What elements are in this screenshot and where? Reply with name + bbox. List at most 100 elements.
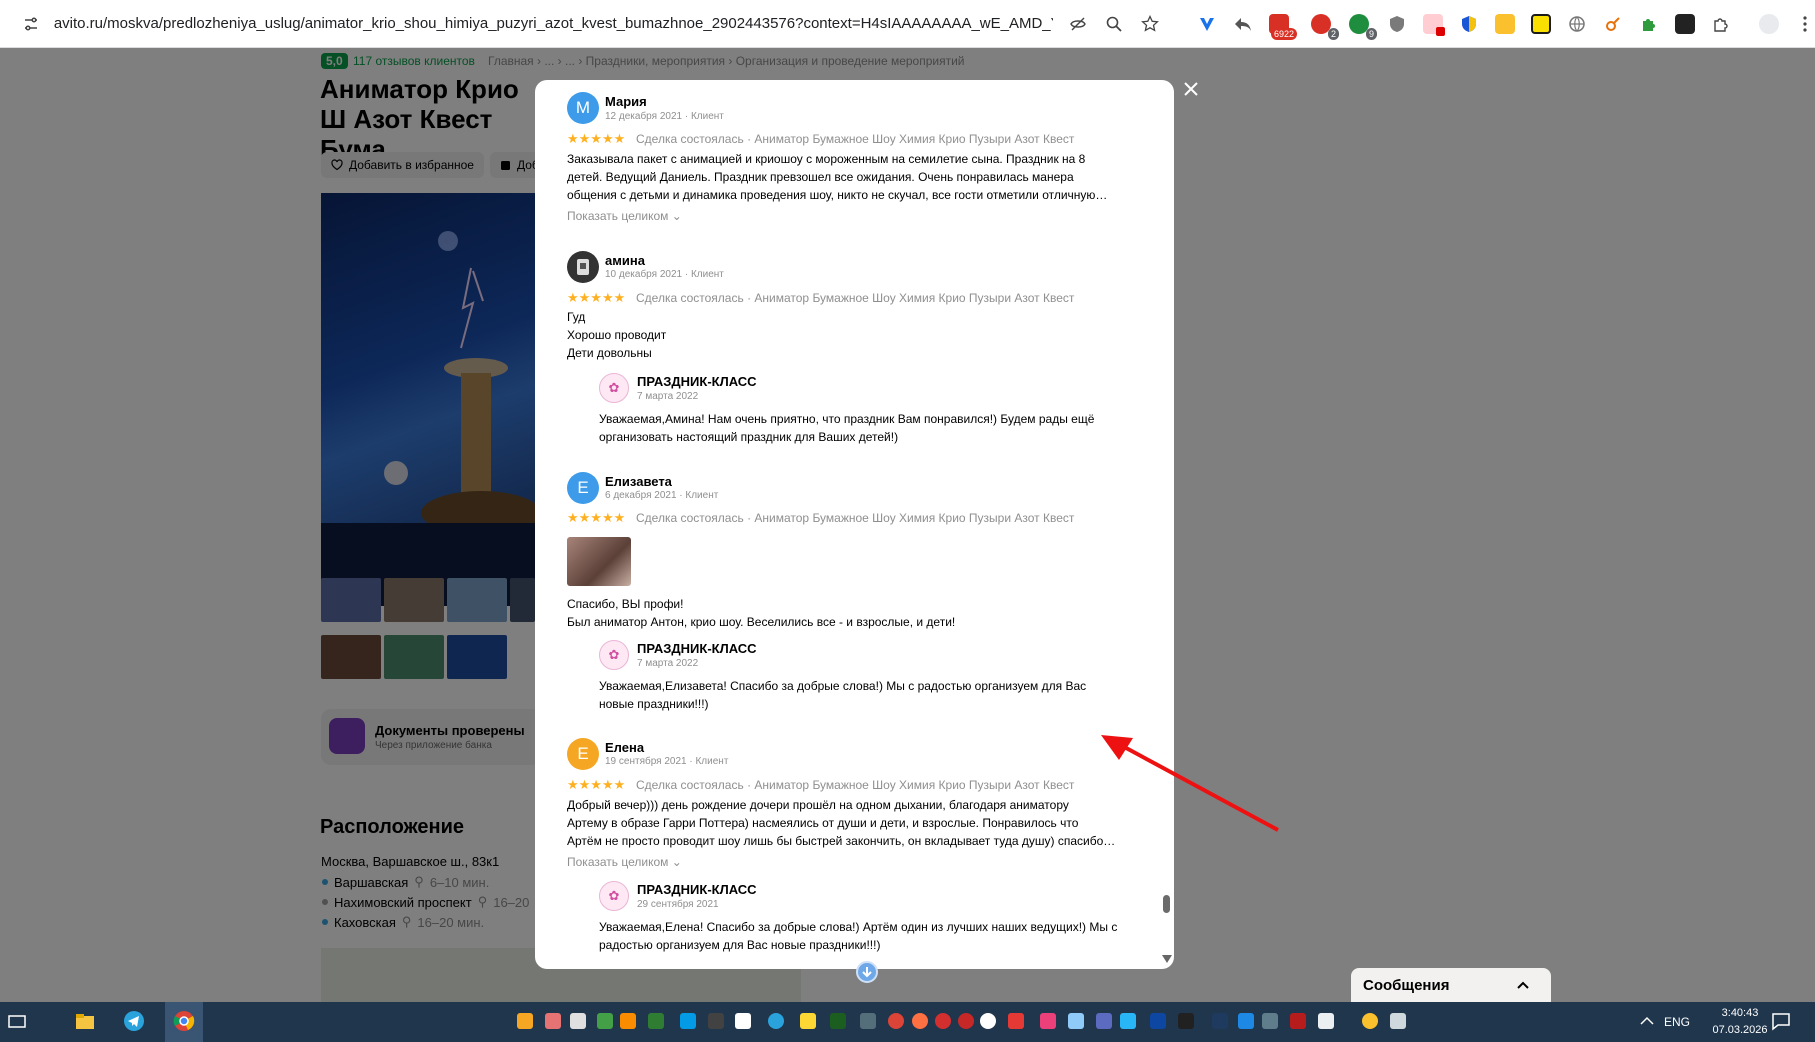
app-icon[interactable]	[1262, 1013, 1278, 1029]
review-meta: 19 сентября 2021 · Клиент	[605, 756, 729, 767]
notifications-icon[interactable]	[1770, 1010, 1792, 1032]
extension-orange-icon[interactable]	[1603, 14, 1623, 34]
reviewer-name: амина	[605, 253, 645, 268]
app-icon[interactable]	[1238, 1013, 1254, 1029]
terminal-icon[interactable]	[1178, 1013, 1194, 1029]
shop-reply-text: Уважаемая,Елена! Спасибо за добрые слова…	[599, 918, 1117, 954]
telegram-icon[interactable]	[123, 1010, 145, 1032]
deal-info: Сделка состоялась · Аниматор Бумажное Шо…	[636, 511, 1075, 525]
checkmark-app-icon[interactable]	[597, 1013, 613, 1029]
review-meta: 6 декабря 2021 · Клиент	[605, 490, 719, 501]
app-icon[interactable]	[1362, 1013, 1378, 1029]
review-text-line: Артему в образе Гарри Поттера) насмеялис…	[567, 816, 1079, 830]
close-icon[interactable]	[1180, 78, 1202, 100]
firefox-icon[interactable]	[912, 1013, 928, 1029]
app-icon[interactable]	[860, 1013, 876, 1029]
shop-reply-date: 29 сентября 2021	[637, 899, 719, 910]
extension-red-icon[interactable]: 2	[1311, 13, 1339, 40]
review-text: Добрый вечер))) день рождение дочери про…	[567, 796, 1115, 850]
extension-v-icon[interactable]	[1197, 14, 1217, 34]
app-icon[interactable]	[570, 1013, 586, 1029]
file-explorer-icon[interactable]	[74, 1010, 96, 1032]
bookmark-star-icon[interactable]	[1139, 13, 1161, 35]
app-icon[interactable]	[830, 1013, 846, 1029]
shop-reply-line: Уважаемая,Амина! Нам очень приятно, что …	[599, 412, 1095, 426]
shop-logo-icon: ✿	[608, 380, 620, 395]
shield-icon[interactable]	[1387, 14, 1407, 34]
scroll-down-arrow-icon[interactable]	[1162, 955, 1172, 963]
show-full-label: Показать целиком	[567, 209, 669, 223]
snipping-tool-icon[interactable]	[1120, 1013, 1136, 1029]
chevron-up-icon	[1517, 981, 1529, 989]
review-text-line: общения с детьми и динамика проведения ш…	[567, 188, 1108, 202]
document-icon[interactable]	[1318, 1013, 1334, 1029]
reviewer-photo-icon	[577, 259, 589, 275]
app-icon[interactable]	[1212, 1013, 1228, 1029]
input-language[interactable]: ENG	[1664, 1015, 1690, 1029]
clock-time[interactable]: 3:40:43	[1710, 1007, 1770, 1019]
app-icon[interactable]	[1390, 1013, 1406, 1029]
shield-blue-icon[interactable]	[1459, 14, 1479, 34]
app-icon[interactable]	[680, 1013, 696, 1029]
rating-stars: ★★★★★	[567, 131, 626, 146]
shop-avatar: ✿	[599, 640, 629, 670]
chevron-up-tray-icon[interactable]	[1636, 1010, 1658, 1032]
telegram-small-icon[interactable]	[768, 1013, 784, 1029]
deal-info: Сделка состоялась · Аниматор Бумажное Шо…	[636, 778, 1075, 792]
puzzle-green-icon[interactable]	[1639, 14, 1659, 34]
app-icon[interactable]	[708, 1013, 724, 1029]
scroll-down-button[interactable]	[856, 961, 878, 983]
extension-flag-icon[interactable]	[1423, 13, 1445, 36]
red-arrow-annotation	[1101, 735, 1279, 832]
messages-panel-toggle[interactable]: Сообщения	[1351, 968, 1551, 1002]
opera-icon[interactable]	[935, 1013, 951, 1029]
show-full-link[interactable]: Показать целиком ⌄	[567, 209, 682, 223]
app-icon[interactable]	[1290, 1013, 1306, 1029]
modal-scrollbar-thumb[interactable]	[1163, 895, 1170, 913]
review-text-line: Добрый вечер))) день рождение дочери про…	[567, 798, 1069, 812]
shop-reply-line: Уважаемая,Елизавета! Спасибо за добрые с…	[599, 679, 1087, 693]
menu-kebab-icon[interactable]	[1795, 14, 1815, 34]
sticky-note-icon[interactable]	[1495, 13, 1515, 34]
zoom-icon[interactable]	[1103, 13, 1125, 35]
review-photo[interactable]	[567, 537, 631, 586]
extension-dark-icon[interactable]	[1675, 13, 1695, 34]
review-text: Заказывала пакет с анимацией и криошоу с…	[567, 150, 1107, 204]
shop-reply-line: радостью организуем для Вас новые праздн…	[599, 938, 881, 952]
app-icon[interactable]	[1008, 1013, 1024, 1029]
eye-off-icon[interactable]	[1067, 13, 1089, 35]
shop-avatar: ✿	[599, 881, 629, 911]
shop-reply-name: ПРАЗДНИК-КЛАСС	[637, 882, 757, 897]
clock-date[interactable]: 07.03.2026	[1700, 1024, 1780, 1036]
rating-stars: ★★★★★	[567, 290, 626, 305]
show-full-link[interactable]: Показать целиком ⌄	[567, 855, 682, 869]
review-meta: 12 декабря 2021 · Клиент	[605, 111, 724, 122]
task-view-icon[interactable]	[6, 1010, 28, 1032]
app-icon[interactable]	[735, 1013, 751, 1029]
app-icon[interactable]	[620, 1013, 636, 1029]
review-text: Спасибо, ВЫ профи! Был аниматор Антон, к…	[567, 595, 955, 631]
site-settings-icon[interactable]	[22, 15, 40, 33]
globe-icon[interactable]	[1567, 14, 1587, 34]
opera-gx-icon[interactable]	[958, 1013, 974, 1029]
chrome-taskbar-active[interactable]	[165, 1002, 203, 1042]
photoshop-icon[interactable]	[1150, 1013, 1166, 1029]
address-bar[interactable]: avito.ru/moskva/predlozheniya_uslug/anim…	[54, 15, 1053, 32]
yandex-browser-icon[interactable]	[980, 1013, 996, 1029]
profile-avatar-icon[interactable]	[1759, 13, 1779, 34]
app-icon[interactable]	[800, 1013, 816, 1029]
app-icon[interactable]	[517, 1013, 533, 1029]
notepad-icon[interactable]	[1068, 1013, 1084, 1029]
app-icon[interactable]	[1096, 1013, 1112, 1029]
app-icon[interactable]	[1040, 1013, 1056, 1029]
extension-yellow-icon[interactable]	[1531, 13, 1551, 34]
extension-mail-icon[interactable]: 6922	[1269, 13, 1297, 40]
app-icon[interactable]	[545, 1013, 561, 1029]
chrome-small-icon[interactable]	[888, 1013, 904, 1029]
deal-info: Сделка состоялась · Аниматор Бумажное Шо…	[636, 291, 1075, 305]
excel-icon[interactable]	[648, 1013, 664, 1029]
reply-arrow-icon[interactable]	[1233, 14, 1253, 34]
extension-green-icon[interactable]: 9	[1349, 13, 1377, 40]
browser-toolbar: avito.ru/moskva/predlozheniya_uslug/anim…	[0, 0, 1815, 48]
extensions-puzzle-icon[interactable]	[1711, 14, 1731, 34]
